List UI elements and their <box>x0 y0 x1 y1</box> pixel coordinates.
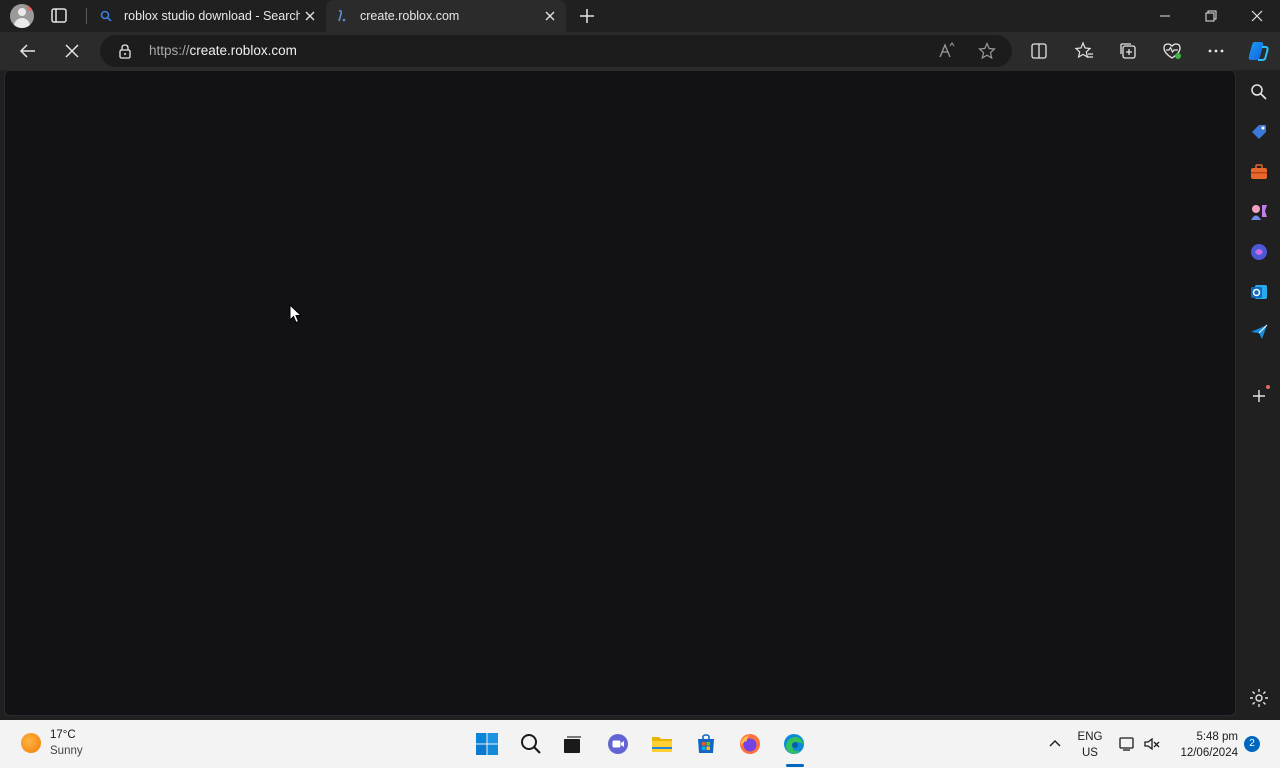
lock-icon[interactable] <box>118 43 132 59</box>
weather-temperature[interactable]: 17°C <box>50 729 76 741</box>
stop-loading-icon[interactable] <box>59 38 85 64</box>
tab-label: roblox studio download - Search <box>124 9 300 23</box>
favorite-star-icon[interactable] <box>978 42 996 60</box>
start-windows-icon[interactable] <box>475 732 499 756</box>
roblox-favicon-icon <box>334 8 350 24</box>
shopping-tag-icon[interactable] <box>1248 121 1270 143</box>
copilot-icon[interactable] <box>1246 39 1270 63</box>
more-options-icon[interactable] <box>1206 41 1226 61</box>
teams-chat-icon[interactable] <box>606 732 630 756</box>
outlook-icon[interactable] <box>1248 281 1270 303</box>
sidebar-search-icon[interactable] <box>1248 81 1270 103</box>
edge-sidebar <box>1238 70 1280 720</box>
firefox-icon[interactable] <box>738 732 762 756</box>
profile-notification-dot <box>27 4 34 11</box>
collections-icon[interactable] <box>1118 41 1138 61</box>
edge-browser-icon[interactable] <box>782 732 806 756</box>
microsoft-store-icon[interactable] <box>694 732 718 756</box>
taskbar-search-icon[interactable] <box>519 732 543 756</box>
tab-create-roblox[interactable]: create.roblox.com <box>326 0 566 32</box>
favorites-icon[interactable] <box>1074 41 1094 61</box>
new-tab-icon[interactable] <box>576 5 598 27</box>
send-icon[interactable] <box>1248 321 1270 343</box>
games-icon[interactable] <box>1248 201 1270 223</box>
weather-description[interactable]: Sunny <box>50 745 83 757</box>
network-icon[interactable] <box>1118 735 1136 753</box>
windows-taskbar: 17°C Sunny ENG US 5:48 pm 12/06/2024 2 <box>0 720 1280 768</box>
language-indicator[interactable]: ENG US <box>1076 729 1104 761</box>
weather-sun-icon[interactable] <box>21 733 41 753</box>
tab-search[interactable]: roblox studio download - Search <box>90 0 326 32</box>
clock-time: 5:48 pm <box>1196 731 1238 743</box>
minimize-icon[interactable] <box>1142 0 1188 32</box>
tab-label: create.roblox.com <box>360 9 460 23</box>
search-icon <box>98 8 114 24</box>
tab-separator <box>86 8 87 24</box>
show-hidden-icons-chevron-icon[interactable] <box>1047 736 1063 752</box>
mouse-cursor-icon <box>289 303 303 324</box>
close-window-icon[interactable] <box>1234 0 1280 32</box>
add-sidebar-app-icon[interactable] <box>1248 385 1270 407</box>
active-app-indicator <box>786 764 804 767</box>
address-bar[interactable]: https://create.roblox.com <box>100 35 1012 67</box>
address-url[interactable]: https://create.roblox.com <box>149 43 297 58</box>
read-aloud-icon[interactable] <box>938 42 956 60</box>
close-tab-icon[interactable] <box>300 6 320 26</box>
notification-badge[interactable]: 2 <box>1244 736 1260 752</box>
profile-avatar[interactable] <box>10 4 34 28</box>
browser-toolbar: https://create.roblox.com <box>0 32 1280 70</box>
sidebar-settings-icon[interactable] <box>1248 687 1270 709</box>
file-explorer-icon[interactable] <box>650 732 674 756</box>
clock-date: 12/06/2024 <box>1180 747 1238 759</box>
restore-icon[interactable] <box>1188 0 1234 32</box>
tab-actions-icon[interactable] <box>48 6 70 26</box>
web-page-content[interactable] <box>4 70 1236 716</box>
split-screen-icon[interactable] <box>1029 41 1049 61</box>
tools-briefcase-icon[interactable] <box>1248 161 1270 183</box>
browser-essentials-icon[interactable] <box>1162 41 1182 61</box>
task-view-icon[interactable] <box>561 732 585 756</box>
title-bar: roblox studio download - Search create.r… <box>0 0 1280 32</box>
close-tab-icon[interactable] <box>540 6 560 26</box>
back-icon[interactable] <box>15 38 41 64</box>
copilot-sidebar-icon[interactable] <box>1248 241 1270 263</box>
volume-muted-icon[interactable] <box>1143 735 1161 753</box>
system-clock[interactable]: 5:48 pm 12/06/2024 <box>1168 729 1238 761</box>
